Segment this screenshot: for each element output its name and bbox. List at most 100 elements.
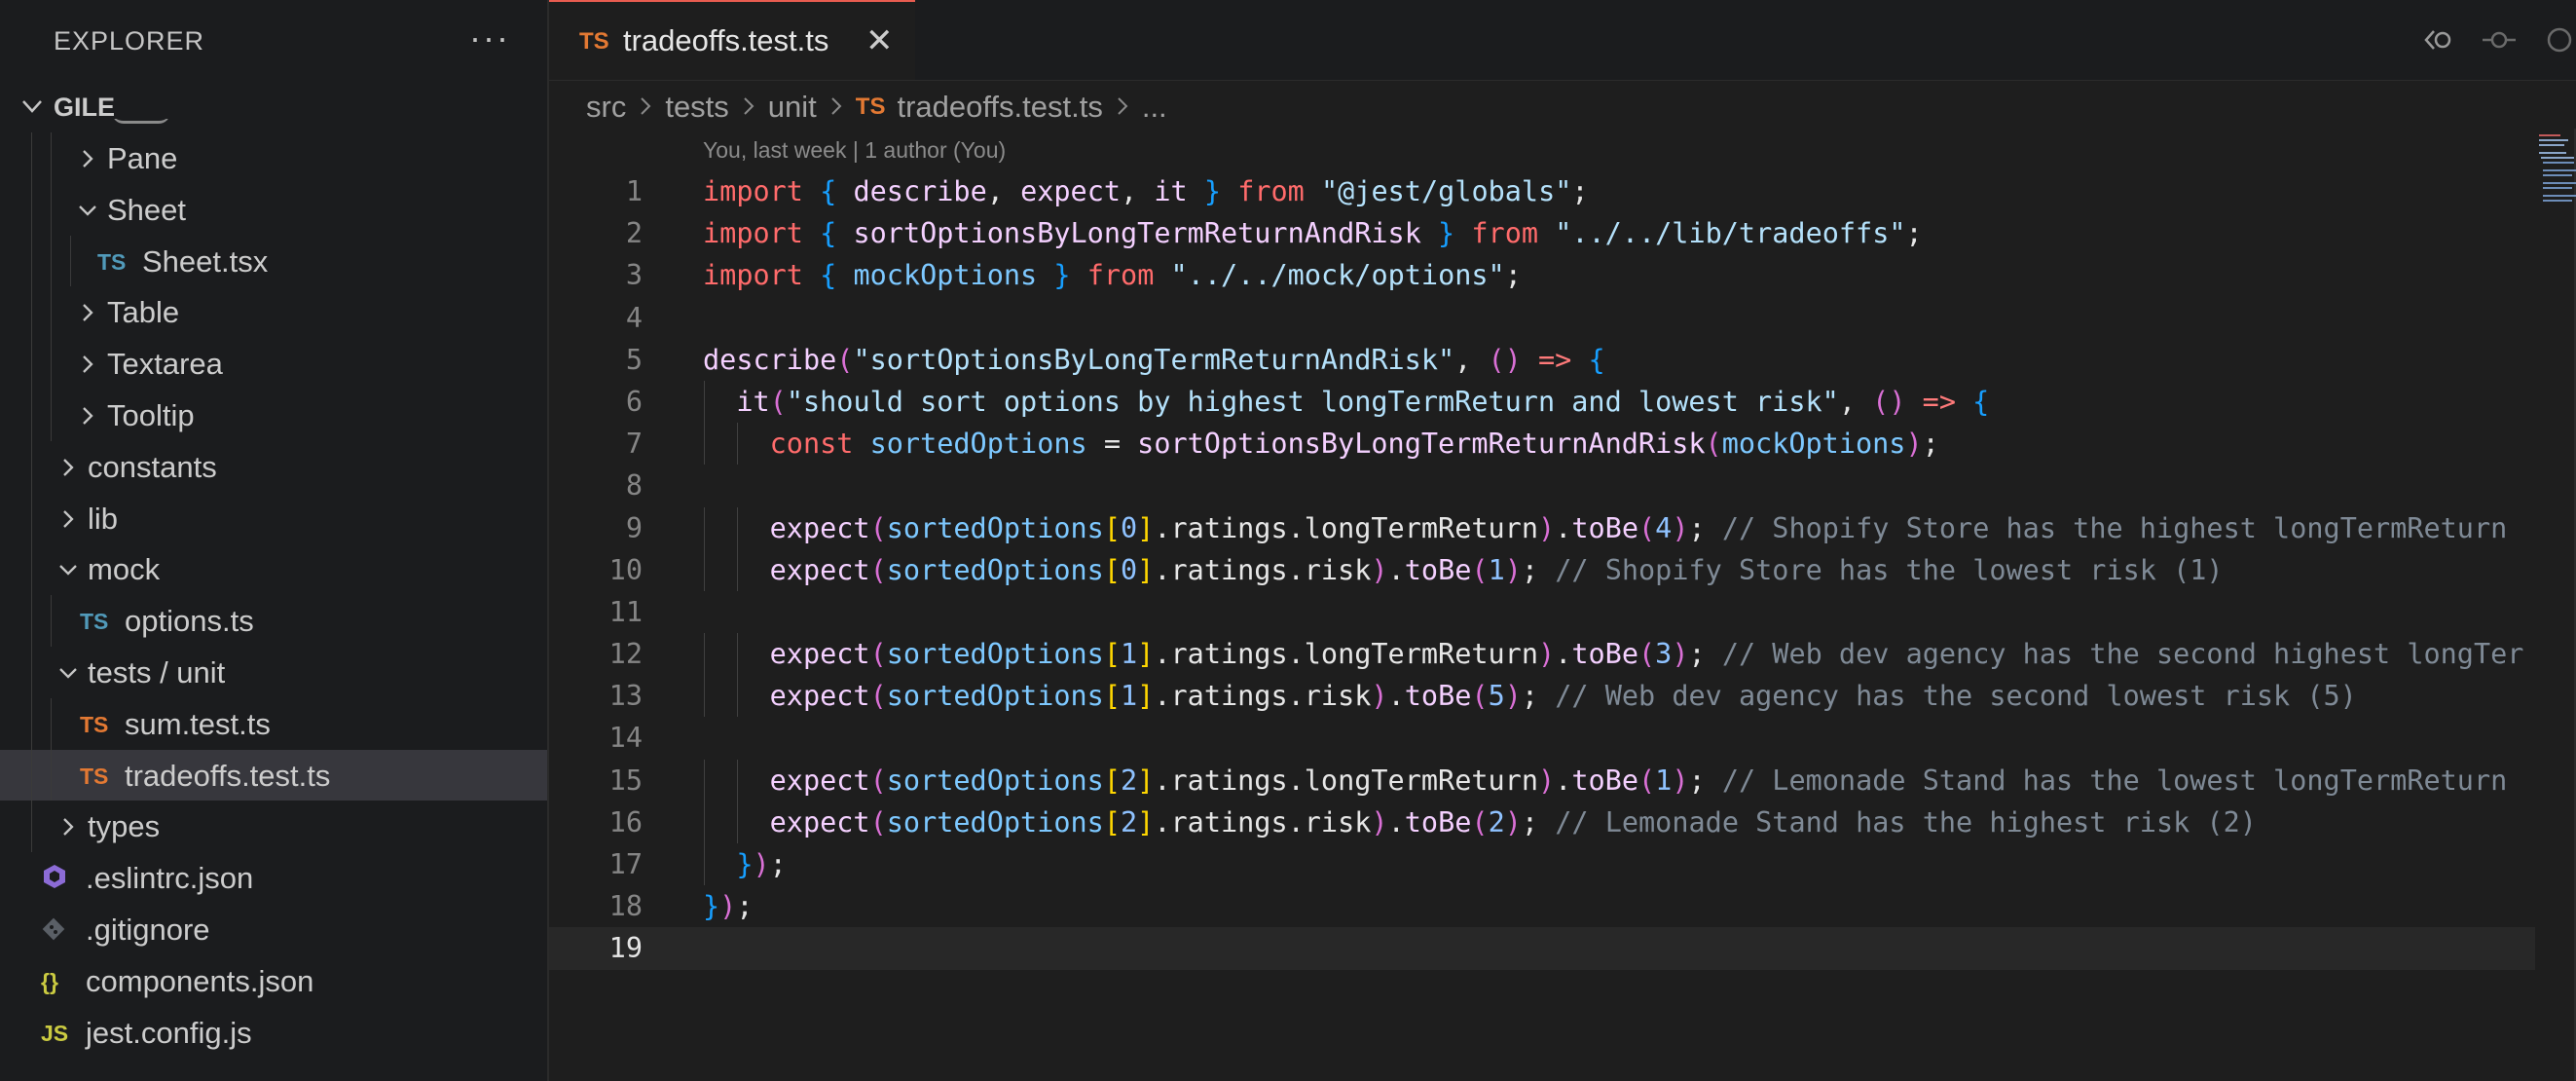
tree-file[interactable]: TS options.ts <box>0 595 547 647</box>
code-line[interactable]: 13 expect(sortedOptions[1].ratings.risk)… <box>549 675 2535 718</box>
tree-folder[interactable]: Tooltip <box>0 389 547 441</box>
code-line[interactable]: 12 expect(sortedOptions[1].ratings.longT… <box>549 633 2535 676</box>
line-number: 6 <box>625 385 643 418</box>
tree-folder[interactable]: Textarea <box>0 338 547 390</box>
tree-item-label: Table <box>107 295 180 330</box>
chevron-down-icon <box>55 556 82 591</box>
code-line[interactable]: 7 const sortedOptions = sortOptionsByLon… <box>549 423 2535 466</box>
timeline-icon[interactable] <box>2483 23 2516 56</box>
tree-folder[interactable]: Pane <box>0 132 547 184</box>
code-line[interactable]: 19 <box>549 927 2535 970</box>
code-line[interactable]: 3 import { mockOptions } from "../../mock… <box>549 254 2535 296</box>
eslint-icon <box>41 863 68 896</box>
indent-guide <box>31 132 32 184</box>
go-back-icon[interactable] <box>2422 23 2455 56</box>
chevron-right-icon <box>828 90 844 125</box>
code-text: import { mockOptions } from "../../mock/… <box>703 259 1522 292</box>
code-text: describe("sortOptionsByLongTermReturnAnd… <box>703 343 1605 376</box>
chevron-right-icon <box>55 454 82 489</box>
indent-guide <box>70 235 71 287</box>
code-text: expect(sortedOptions[2].ratings.risk).to… <box>769 805 2257 839</box>
code-line[interactable]: 6 it("should sort options by highest lon… <box>549 380 2535 424</box>
tab-tradeoffs-test[interactable]: TS tradeoffs.test.ts ✕ <box>549 0 915 80</box>
tree-item-label: sum.test.ts <box>125 706 271 741</box>
tree-folder[interactable]: types <box>0 801 547 853</box>
git-icon <box>41 916 66 948</box>
tree-file[interactable]: TS tradeoffs.test.ts <box>0 749 547 801</box>
code-line[interactable]: 9 expect(sortedOptions[0].ratings.longTe… <box>549 506 2535 549</box>
tree-folder[interactable]: constants <box>0 440 547 493</box>
line-number: 4 <box>625 301 643 334</box>
indent-guide <box>51 389 52 441</box>
line-number: 15 <box>608 764 643 797</box>
code-text: expect(sortedOptions[0].ratings.risk).to… <box>769 553 2224 586</box>
tree-item-label: types <box>88 809 161 844</box>
chevron-right-icon <box>741 90 756 125</box>
file-tree: Pane Sheet TS Sheet.tsx Table Textarea Tooltip… <box>0 132 547 1058</box>
breadcrumb-more[interactable]: ... <box>1142 90 1167 125</box>
indent-guide <box>31 492 32 544</box>
code-line[interactable]: 11 <box>549 591 2535 633</box>
line-number: 18 <box>608 890 643 923</box>
tree-folder[interactable]: Table <box>0 286 547 339</box>
tree-file[interactable]: {} components.json <box>0 955 547 1007</box>
tree-folder[interactable]: tests / unit <box>0 646 547 698</box>
tree-file[interactable]: .gitignore <box>0 904 547 955</box>
indent-guide <box>31 286 32 339</box>
code-text: const sortedOptions = sortOptionsByLongT… <box>769 428 1939 461</box>
code-line[interactable]: 4 <box>549 297 2535 339</box>
indent-guide <box>31 440 32 493</box>
tree-item-label: mock <box>88 552 161 587</box>
code-text: expect(sortedOptions[2].ratings.longTerm… <box>769 764 2508 797</box>
code-line[interactable]: 17 }); <box>549 843 2535 886</box>
tree-file[interactable]: JS jest.config.js <box>0 1007 547 1059</box>
breadcrumb-src[interactable]: src <box>586 90 626 125</box>
compare-icon[interactable] <box>2543 23 2576 56</box>
indent-guide <box>31 646 32 698</box>
tree-file[interactable]: TS sum.test.ts <box>0 697 547 750</box>
tree-folder[interactable]: Sheet <box>0 183 547 236</box>
line-number: 17 <box>608 848 643 880</box>
breadcrumb-file[interactable]: tradeoffs.test.ts <box>897 90 1102 125</box>
close-icon[interactable]: ✕ <box>865 21 894 60</box>
tree-item-label: components.json <box>86 963 314 998</box>
explorer-title: EXPLORER <box>54 25 205 56</box>
line-number: 14 <box>608 722 643 755</box>
code-area[interactable]: 1 import { describe, expect, it } from "@… <box>549 170 2535 970</box>
minimap[interactable] <box>2537 129 2576 206</box>
chevron-right-icon <box>74 351 101 386</box>
code-text: expect(sortedOptions[1].ratings.longTerm… <box>769 638 2524 671</box>
indent-guide <box>51 183 52 236</box>
tree-item-label: tradeoffs.test.ts <box>125 758 331 793</box>
line-number: 9 <box>625 511 643 544</box>
tree-file[interactable]: .eslintrc.json <box>0 852 547 904</box>
breadcrumb-tests[interactable]: tests <box>665 90 728 125</box>
code-line[interactable]: 5 describe("sortOptionsByLongTermReturnAn… <box>549 339 2535 381</box>
indent-guide <box>51 286 52 339</box>
more-actions-icon[interactable]: ··· <box>469 18 510 58</box>
code-line[interactable]: 8 <box>549 465 2535 506</box>
typescript-file-icon: TS <box>855 93 886 120</box>
tree-item-label: Tooltip <box>107 397 195 432</box>
line-number: 11 <box>608 595 643 628</box>
tree-folder[interactable]: mock <box>0 543 547 596</box>
tree-file[interactable]: TS Sheet.tsx <box>0 235 547 287</box>
breadcrumb: src tests unit TS tradeoffs.test.ts ... <box>586 86 1167 129</box>
git-blame-codelens[interactable]: You, last week | 1 author (You) <box>703 137 1006 164</box>
line-number: 19 <box>608 932 643 965</box>
code-line[interactable]: 18}); <box>549 885 2535 927</box>
line-number: 2 <box>625 217 643 250</box>
code-line[interactable]: 15 expect(sortedOptions[2].ratings.longT… <box>549 759 2535 801</box>
code-line[interactable]: 10 expect(sortedOptions[0].ratings.risk)… <box>549 548 2535 591</box>
chevron-right-icon <box>1115 90 1130 125</box>
code-line[interactable]: 14 <box>549 717 2535 759</box>
indent-guide <box>51 132 52 184</box>
breadcrumb-unit[interactable]: unit <box>768 90 817 125</box>
line-number: 5 <box>625 343 643 376</box>
code-line[interactable]: 1 import { describe, expect, it } from "@… <box>549 170 2535 212</box>
tree-folder[interactable]: lib <box>0 492 547 544</box>
code-line[interactable]: 16 expect(sortedOptions[2].ratings.risk)… <box>549 801 2535 843</box>
code-line[interactable]: 2 import { sortOptionsByLongTermReturnAnd… <box>549 212 2535 254</box>
indent-guide <box>31 595 32 647</box>
chevron-down-icon <box>55 659 82 694</box>
